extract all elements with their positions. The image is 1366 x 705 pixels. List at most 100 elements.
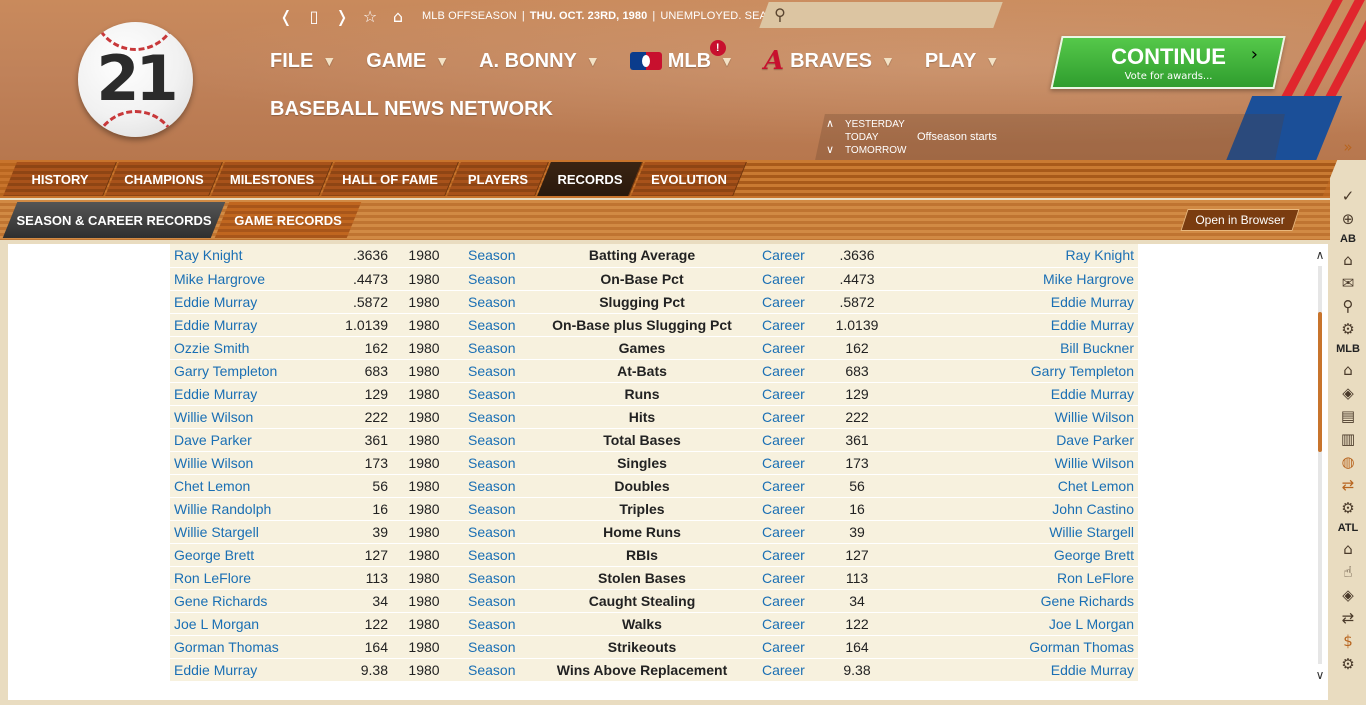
season-link[interactable]: Season [456, 244, 526, 267]
gear-icon[interactable]: ⚙ [1330, 652, 1366, 675]
trade-icon[interactable]: ⇄ [1330, 606, 1366, 629]
stats-icon[interactable]: ▥ [1330, 427, 1366, 450]
season-link[interactable]: Season [456, 589, 526, 612]
home-icon[interactable]: ⌂ [1330, 358, 1366, 381]
season-record-holder[interactable]: Dave Parker [170, 428, 340, 451]
career-link[interactable]: Career [758, 451, 824, 474]
gear-icon[interactable]: ⚙ [1330, 317, 1366, 340]
home-icon[interactable]: ⌂ [384, 7, 412, 26]
star-icon[interactable]: ☆ [356, 7, 384, 26]
open-in-browser-button[interactable]: Open in Browser [1180, 209, 1300, 231]
season-link[interactable]: Season [456, 658, 526, 681]
season-link[interactable]: Season [456, 359, 526, 382]
career-link[interactable]: Career [758, 382, 824, 405]
scroll-down-icon[interactable]: ∨ [1314, 668, 1326, 682]
nav-manager[interactable]: A. BONNY ▼ [479, 50, 600, 73]
tab-milestones[interactable]: MILESTONES [211, 162, 333, 196]
day-tomorrow[interactable]: ∨ TOMORROW [826, 144, 906, 157]
season-link[interactable]: Season [456, 382, 526, 405]
scroll-up-icon[interactable]: ∧ [1314, 248, 1326, 262]
baseball-icon[interactable]: ◍ [1330, 450, 1366, 473]
career-link[interactable]: Career [758, 290, 824, 313]
career-record-holder[interactable]: Eddie Murray [890, 658, 1138, 681]
season-link[interactable]: Season [456, 405, 526, 428]
subtab-season-career-records[interactable]: SEASON & CAREER RECORDS [2, 202, 226, 238]
season-link[interactable]: Season [456, 612, 526, 635]
season-record-holder[interactable]: Ron LeFlore [170, 566, 340, 589]
career-link[interactable]: Career [758, 359, 824, 382]
season-record-holder[interactable]: Eddie Murray [170, 313, 340, 336]
career-record-holder[interactable]: Gorman Thomas [890, 635, 1138, 658]
season-link[interactable]: Season [456, 543, 526, 566]
tab-players[interactable]: PLAYERS [447, 162, 549, 196]
career-record-holder[interactable]: Dave Parker [890, 428, 1138, 451]
game-logo[interactable]: 21 [78, 22, 193, 137]
scroll-thumb[interactable] [1318, 312, 1322, 452]
career-link[interactable]: Career [758, 474, 824, 497]
career-link[interactable]: Career [758, 244, 824, 267]
season-record-holder[interactable]: Willie Stargell [170, 520, 340, 543]
season-record-holder[interactable]: Eddie Murray [170, 658, 340, 681]
search-input[interactable] [794, 4, 984, 26]
season-record-holder[interactable]: George Brett [170, 543, 340, 566]
gear-icon[interactable]: ⚙ [1330, 496, 1366, 519]
career-record-holder[interactable]: Bill Buckner [890, 336, 1138, 359]
subtab-game-records[interactable]: GAME RECORDS [214, 202, 362, 238]
tab-history[interactable]: HISTORY [3, 162, 117, 196]
career-link[interactable]: Career [758, 543, 824, 566]
season-link[interactable]: Season [456, 635, 526, 658]
search-icon[interactable]: ⚲ [1330, 294, 1366, 317]
career-record-holder[interactable]: Mike Hargrove [890, 267, 1138, 290]
nav-game[interactable]: GAME ▼ [366, 50, 449, 73]
season-link[interactable]: Season [456, 336, 526, 359]
career-link[interactable]: Career [758, 520, 824, 543]
career-record-holder[interactable]: Willie Stargell [890, 520, 1138, 543]
season-record-holder[interactable]: Gorman Thomas [170, 635, 340, 658]
globe-icon[interactable]: ⊕ [1330, 207, 1366, 230]
diamond-icon[interactable]: ◈ [1330, 583, 1366, 606]
season-link[interactable]: Season [456, 267, 526, 290]
trade-icon[interactable]: ⇄ [1330, 473, 1366, 496]
tab-evolution[interactable]: EVOLUTION [631, 162, 747, 196]
season-record-holder[interactable]: Willie Wilson [170, 405, 340, 428]
season-link[interactable]: Season [456, 313, 526, 336]
career-record-holder[interactable]: Chet Lemon [890, 474, 1138, 497]
vertical-scrollbar[interactable]: ∧ ∨ [1314, 248, 1326, 682]
news-icon[interactable]: ▤ [1330, 404, 1366, 427]
season-link[interactable]: Season [456, 566, 526, 589]
search-icon[interactable]: ⚲ [774, 5, 786, 24]
career-record-holder[interactable]: Ron LeFlore [890, 566, 1138, 589]
day-today[interactable]: TODAY [826, 131, 906, 144]
career-link[interactable]: Career [758, 612, 824, 635]
career-record-holder[interactable]: Eddie Murray [890, 313, 1138, 336]
check-icon[interactable]: ✓ [1330, 184, 1366, 207]
career-link[interactable]: Career [758, 313, 824, 336]
career-record-holder[interactable]: Joe L Morgan [890, 612, 1138, 635]
career-record-holder[interactable]: Eddie Murray [890, 290, 1138, 313]
career-link[interactable]: Career [758, 405, 824, 428]
career-record-holder[interactable]: Eddie Murray [890, 382, 1138, 405]
tab-hall-of-fame[interactable]: HALL OF FAME [321, 162, 459, 196]
career-record-holder[interactable]: Ray Knight [890, 244, 1138, 267]
home-icon[interactable]: ⌂ [1330, 248, 1366, 271]
season-link[interactable]: Season [456, 474, 526, 497]
season-record-holder[interactable]: Garry Templeton [170, 359, 340, 382]
career-link[interactable]: Career [758, 589, 824, 612]
season-record-holder[interactable]: Joe L Morgan [170, 612, 340, 635]
nav-play[interactable]: PLAY ▼ [925, 50, 999, 73]
career-record-holder[interactable]: John Castino [890, 497, 1138, 520]
career-link[interactable]: Career [758, 566, 824, 589]
career-link[interactable]: Career [758, 336, 824, 359]
career-record-holder[interactable]: Garry Templeton [890, 359, 1138, 382]
calendar-icon[interactable]: ▯ [300, 7, 328, 26]
career-record-holder[interactable]: Willie Wilson [890, 451, 1138, 474]
nav-mlb[interactable]: MLB! ▼ [629, 39, 734, 73]
back-icon[interactable]: ❬ [272, 7, 300, 26]
career-link[interactable]: Career [758, 267, 824, 290]
season-record-holder[interactable]: Chet Lemon [170, 474, 340, 497]
career-link[interactable]: Career [758, 497, 824, 520]
home-icon[interactable]: ⌂ [1330, 537, 1366, 560]
forward-icon[interactable]: ❭ [328, 7, 356, 26]
nav-file[interactable]: FILE ▼ [270, 50, 336, 73]
season-record-holder[interactable]: Willie Wilson [170, 451, 340, 474]
